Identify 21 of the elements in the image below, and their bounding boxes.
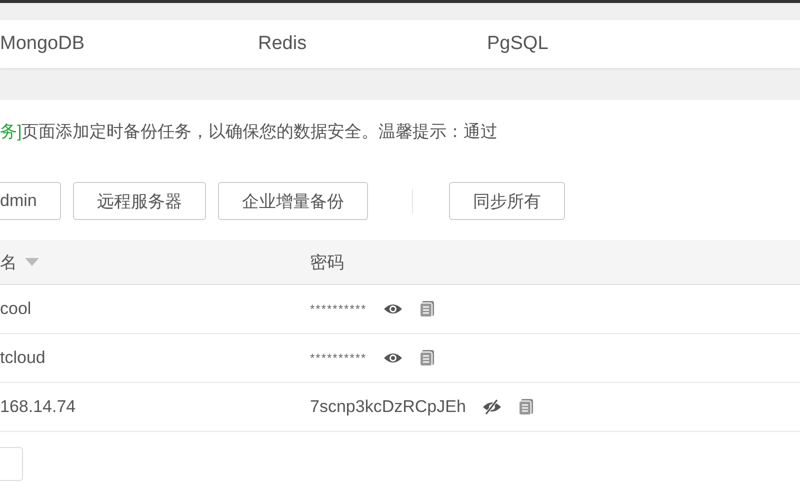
tab[interactable]: Redis: [258, 20, 487, 68]
password-text: **********: [310, 302, 367, 316]
password-text: 7scnp3kcDzRCpJEh: [310, 397, 466, 417]
toolbar-button[interactable]: 远程服务器: [72, 182, 206, 220]
password-text: **********: [310, 351, 367, 365]
tab[interactable]: MongoDB: [0, 20, 258, 68]
toolbar-button[interactable]: 同步所有: [448, 182, 565, 220]
tab[interactable]: PgSQL: [487, 20, 716, 68]
table-cell: 168.14.74: [0, 397, 76, 416]
copy-icon[interactable]: [418, 300, 435, 318]
table-cell: tcloud: [0, 348, 46, 367]
column-header: 密码: [310, 252, 344, 272]
eye-slash-icon[interactable]: [482, 399, 502, 415]
toolbar-button[interactable]: 企业增量备份: [218, 182, 368, 220]
eye-icon[interactable]: [382, 302, 403, 316]
column-header[interactable]: 名: [0, 250, 17, 274]
table-cell: cool: [0, 299, 32, 318]
toolbar-button[interactable]: dmin: [0, 182, 61, 220]
eye-icon[interactable]: [382, 351, 403, 365]
copy-icon[interactable]: [518, 398, 534, 416]
copy-icon[interactable]: [418, 349, 435, 367]
